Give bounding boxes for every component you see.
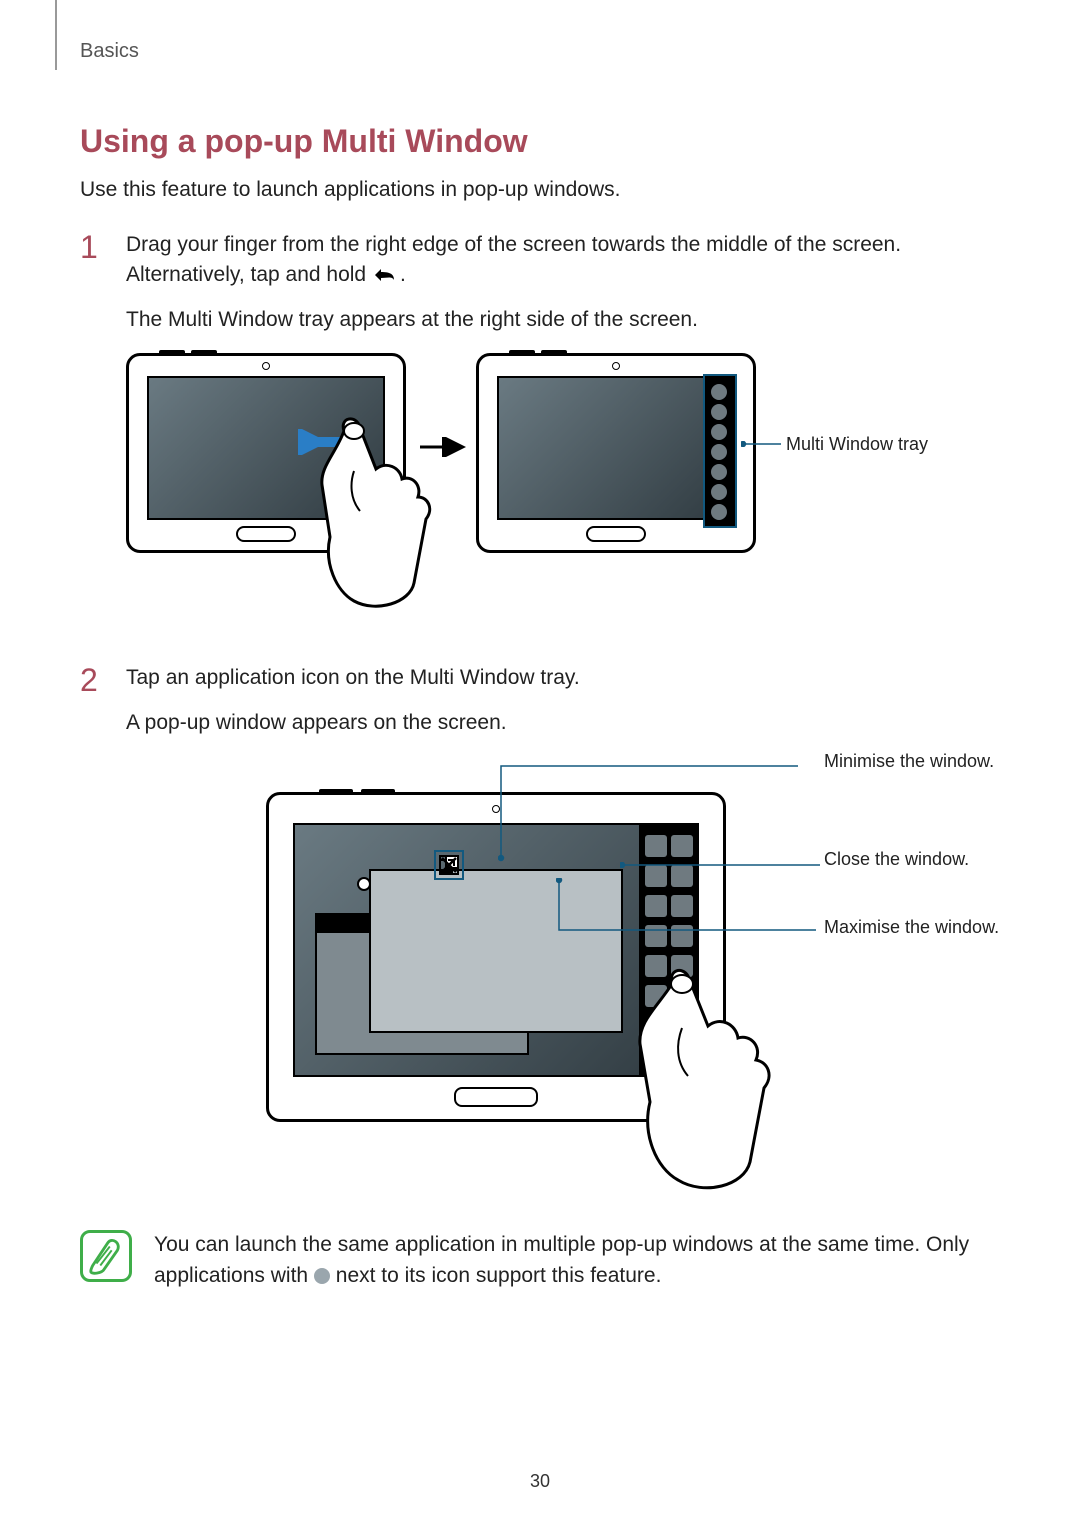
note-text: You can launch the same application in m…	[154, 1230, 1000, 1291]
intro-text: Use this feature to launch applications …	[80, 178, 1000, 202]
step-1-p2: The Multi Window tray appears at the rig…	[126, 305, 1000, 335]
step-1-text-b: .	[400, 263, 406, 286]
back-icon	[372, 266, 400, 284]
step-1: 1 Drag your finger from the right edge o…	[80, 230, 1000, 653]
step-number: 2	[80, 663, 104, 1212]
multi-instance-dot-icon	[314, 1268, 330, 1284]
step-2: 2 Tap an application icon on the Multi W…	[80, 663, 1000, 1212]
callout-maximise: Maximise the window.	[824, 916, 999, 939]
callout-multi-window-tray: Multi Window tray	[786, 433, 928, 456]
note-block: You can launch the same application in m…	[80, 1230, 1000, 1291]
note-icon	[80, 1230, 132, 1282]
page-number: 30	[0, 1471, 1080, 1492]
callout-minimise: Minimise the window.	[824, 750, 994, 773]
section-title: Using a pop-up Multi Window	[80, 123, 1000, 160]
figure-2: Minimise the window. Close the window. M…	[126, 752, 1000, 1182]
step-number: 1	[80, 230, 104, 653]
figure-1: Multi Window tray	[126, 353, 1000, 613]
step-1-text-a: Drag your finger from the right edge of …	[126, 233, 901, 286]
note-text-b: next to its icon support this feature.	[336, 1264, 662, 1287]
running-head: Basics	[80, 40, 1000, 63]
step-1-p1: Drag your finger from the right edge of …	[126, 230, 1000, 291]
step-2-p2: A pop-up window appears on the screen.	[126, 708, 1000, 738]
callout-close: Close the window.	[824, 848, 969, 871]
step-2-p1: Tap an application icon on the Multi Win…	[126, 663, 1000, 693]
popup-close-icon	[434, 850, 464, 880]
